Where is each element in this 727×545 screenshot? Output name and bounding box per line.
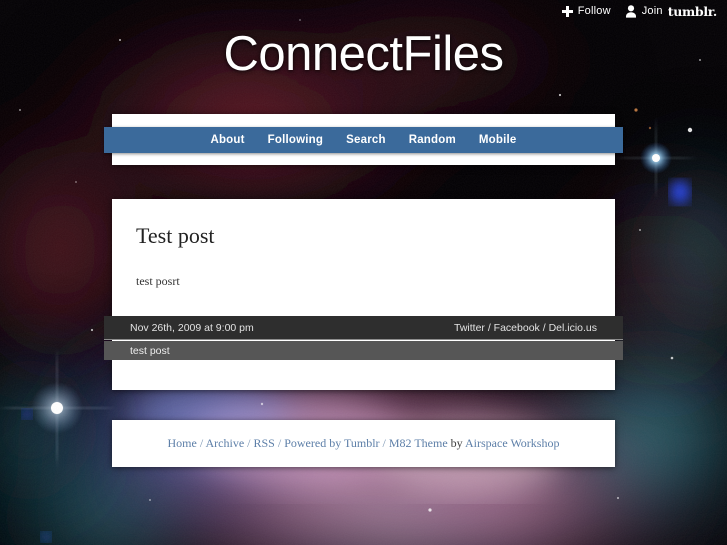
footer-links: Home / Archive / RSS / Powered by Tumblr… (168, 436, 560, 451)
join-tumblr-button[interactable]: Join tumblr. (625, 4, 717, 19)
post-tags-bar: test post (104, 341, 623, 360)
nav-item-mobile[interactable]: Mobile (479, 134, 517, 146)
footer-panel: Home / Archive / RSS / Powered by Tumblr… (112, 420, 615, 467)
plus-icon (561, 5, 573, 17)
main-navigation-bar: About Following Search Random Mobile (104, 127, 623, 153)
nav-item-following[interactable]: Following (268, 134, 323, 146)
nav-item-random[interactable]: Random (409, 134, 456, 146)
post-title[interactable]: Test post (136, 223, 215, 249)
follow-label: Follow (577, 5, 611, 17)
tumblr-top-bar: Follow Join tumblr. (0, 0, 727, 22)
nav-item-about[interactable]: About (210, 134, 244, 146)
share-sep-1: / (484, 321, 494, 334)
footer-link-archive[interactable]: Archive (206, 436, 245, 450)
footer-sep-2: / (244, 436, 254, 450)
post-tag[interactable]: test post (130, 345, 170, 357)
footer-sep-3: / (274, 436, 285, 450)
footer-sep-4: / (379, 436, 389, 450)
share-link-facebook[interactable]: Facebook (494, 322, 540, 334)
post-body-text: test posrt (136, 274, 180, 288)
post-share-links: Twitter / Facebook / Del.icio.us (454, 322, 597, 334)
share-link-twitter[interactable]: Twitter (454, 322, 485, 334)
footer-by-word: by (447, 436, 466, 450)
follow-button[interactable]: Follow (561, 5, 611, 17)
footer-link-rss[interactable]: RSS (254, 436, 275, 450)
tumblr-brand-label: tumblr. (667, 3, 718, 19)
post-date: Nov 26th, 2009 at 9:00 pm (130, 321, 254, 334)
share-link-delicious[interactable]: Del.icio.us (549, 322, 597, 334)
person-icon (625, 4, 637, 18)
footer-link-m82-theme[interactable]: M82 Theme (389, 436, 448, 450)
footer-sep-1: / (196, 436, 206, 450)
share-sep-2: / (539, 321, 549, 334)
footer-link-powered-by-tumblr[interactable]: Powered by Tumblr (284, 436, 379, 450)
site-title[interactable]: ConnectFiles (0, 26, 727, 82)
join-label: Join (641, 5, 663, 17)
footer-link-airspace-workshop[interactable]: Airspace Workshop (465, 436, 559, 450)
nav-item-search[interactable]: Search (346, 134, 386, 146)
footer-link-home[interactable]: Home (168, 436, 197, 450)
post-meta-bar: Nov 26th, 2009 at 9:00 pm Twitter / Face… (104, 316, 623, 340)
